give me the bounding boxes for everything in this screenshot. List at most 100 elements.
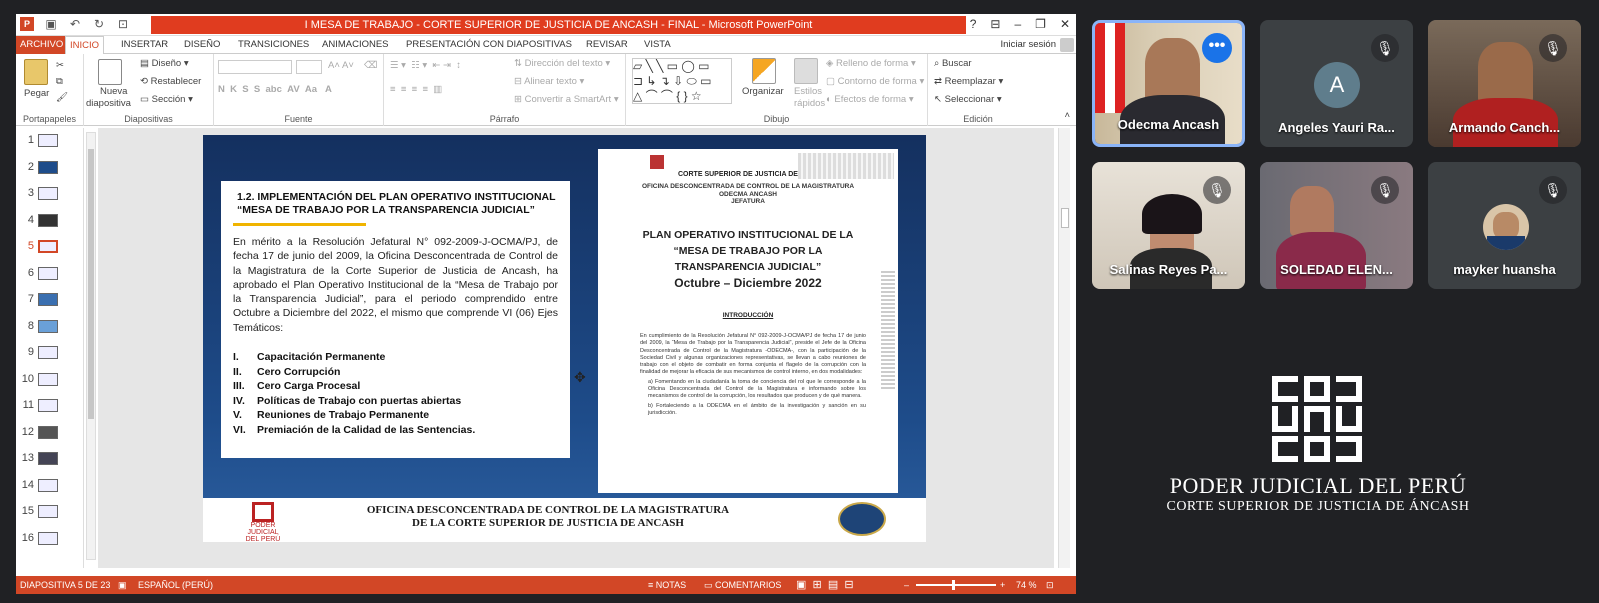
align-text-button[interactable]: ⊟ Alinear texto ▾ (514, 76, 584, 87)
current-slide[interactable]: 1.2. IMPLEMENTACIÓN DEL PLAN OPERATIVO I… (203, 135, 926, 542)
close-icon[interactable]: ✕ (1060, 17, 1070, 31)
font-name-select[interactable] (218, 60, 292, 74)
participant-tile[interactable]: 🎙 Salinas Reyes Pa... (1092, 162, 1245, 289)
shape-outline-button[interactable]: ▢ Contorno de forma ▾ (826, 76, 924, 87)
zoom-slider-thumb[interactable] (952, 580, 955, 590)
participant-tile[interactable]: 🎙 mayker huansha (1428, 162, 1581, 289)
tab-diseno[interactable]: DISEÑO (180, 36, 224, 54)
arrange-button[interactable]: Organizar (742, 86, 784, 97)
help-icon[interactable]: ? (970, 17, 977, 31)
slide-thumbnail[interactable]: 6 (16, 261, 76, 287)
slide-thumbnail[interactable]: 8 (16, 314, 76, 340)
view-buttons[interactable]: ▣ ⊞ ▤ ⊟ (796, 576, 854, 594)
slide-thumbnail[interactable]: 1 (16, 128, 76, 154)
tab-vista[interactable]: VISTA (640, 36, 675, 54)
slide-scrollbar[interactable] (1058, 128, 1070, 568)
select-button[interactable]: ↖ Seleccionar ▾ (934, 94, 1002, 105)
sign-in-link[interactable]: Iniciar sesión (1001, 36, 1056, 54)
slide-number: 14 (21, 478, 34, 491)
replace-button[interactable]: ⇄ Reemplazar ▾ (934, 76, 1003, 87)
logo-block (1336, 376, 1362, 402)
participant-tile[interactable]: 🎙 SOLEDAD ELEN... (1260, 162, 1413, 289)
participant-tile[interactable]: ••• Odecma Ancash (1092, 20, 1245, 147)
spellcheck-icon[interactable]: ▣ (118, 576, 127, 594)
participant-tile[interactable]: 🎙 Armando Canch... (1428, 20, 1581, 147)
new-slide-icon[interactable] (98, 59, 122, 85)
slide-text-box[interactable]: 1.2. IMPLEMENTACIÓN DEL PLAN OPERATIVO I… (221, 181, 570, 458)
tab-insertar[interactable]: INSERTAR (117, 36, 172, 54)
font-style-buttons[interactable]: N K S S abc AV Aa A (218, 84, 332, 95)
zoom-level[interactable]: 74 % (1016, 576, 1037, 594)
fit-slide-icon[interactable]: ⊡ (1046, 576, 1054, 594)
shape-fill-button[interactable]: ◈ Relleno de forma ▾ (826, 58, 916, 69)
scrollbar-thumb[interactable] (1061, 208, 1069, 228)
document-image[interactable]: CORTE SUPERIOR DE JUSTICIA DE OFICINA DE… (598, 149, 898, 493)
reset-button[interactable]: ⟲ Restablecer (140, 76, 201, 87)
quick-styles-line1[interactable]: Estilos (794, 86, 822, 97)
new-slide-button-line2[interactable]: diapositiva (86, 98, 131, 109)
slide-thumbnail[interactable]: 16 (16, 526, 76, 552)
tab-inicio[interactable]: INICIO (65, 36, 105, 55)
comments-button[interactable]: ▭ COMENTARIOS (704, 576, 781, 594)
document-body: En cumplimiento de la Resolución Jefatur… (640, 333, 866, 417)
save-icon[interactable]: ▣ (44, 17, 58, 31)
poder-judicial-logo-icon (1272, 376, 1364, 462)
more-options-icon[interactable]: ••• (1202, 33, 1232, 63)
participant-tile[interactable]: A 🎙 Angeles Yauri Ra... (1260, 20, 1413, 147)
shape-effects-button[interactable]: ◐ Efectos de forma ▾ (826, 94, 914, 105)
collapse-ribbon-icon[interactable]: ˄ (1064, 110, 1070, 121)
zoom-slider[interactable] (916, 580, 996, 590)
clear-format-icon[interactable]: ⌫ (364, 60, 377, 71)
section-button[interactable]: ▭ Sección ▾ (140, 94, 193, 105)
format-painter-icon[interactable]: 🖌 (56, 92, 68, 103)
slide-thumbnail[interactable]: 3 (16, 181, 76, 207)
quick-styles-icon[interactable] (794, 58, 818, 84)
slide-thumbnail[interactable]: 13 (16, 446, 76, 472)
paste-icon[interactable] (24, 59, 48, 85)
text-direction-button[interactable]: ⇅ Dirección del texto ▾ (514, 58, 610, 69)
tab-animaciones[interactable]: ANIMACIONES (318, 36, 393, 54)
layout-button[interactable]: ▤ Diseño ▾ (140, 58, 189, 69)
ribbon-display-icon[interactable]: ⊟ (990, 17, 1000, 31)
thumbnails-scrollbar[interactable] (86, 132, 96, 560)
new-slide-button-line1[interactable]: Nueva (100, 86, 127, 97)
arrange-icon[interactable] (752, 58, 776, 84)
minimize-icon[interactable]: – (1014, 17, 1021, 31)
tab-archivo[interactable]: ARCHIVO (16, 36, 68, 54)
slide-thumbnail[interactable]: 11 (16, 393, 76, 419)
account-avatar[interactable] (1060, 38, 1074, 52)
slide-thumbnail-selected[interactable]: 5 (16, 234, 76, 260)
slide-thumbnail[interactable]: 9 (16, 340, 76, 366)
slide-thumbnail[interactable]: 12 (16, 420, 76, 446)
zoom-in-button[interactable]: + (1000, 576, 1005, 594)
grow-font-icon[interactable]: A˄ A˅ (328, 60, 354, 71)
shapes-gallery[interactable]: ▱ ╲ ╲ ▭ ◯ ▭ ⊐ ↳ ↴ ⇩ ⬭ ▭ △ ⌒ ⌒ { } ☆ (632, 58, 732, 104)
notes-button[interactable]: ≡ NOTAS (648, 576, 686, 594)
quick-styles-line2[interactable]: rápidos (794, 98, 825, 109)
redo-icon[interactable]: ↻ (92, 17, 106, 31)
slide-thumbnail[interactable]: 10 (16, 367, 76, 393)
font-size-select[interactable] (296, 60, 322, 74)
slide-thumbnail[interactable]: 7 (16, 287, 76, 313)
zoom-out-button[interactable]: – (904, 576, 909, 594)
smartart-button[interactable]: ⊞ Convertir a SmartArt ▾ (514, 94, 619, 105)
copy-icon[interactable]: ⧉ (56, 76, 63, 87)
slide-thumbnail[interactable]: 15 (16, 499, 76, 525)
slide-thumbnail[interactable]: 4 (16, 208, 76, 234)
paste-button[interactable]: Pegar (24, 88, 49, 99)
find-button[interactable]: ⌕ Buscar (934, 58, 972, 69)
tab-presentacion[interactable]: PRESENTACIÓN CON DIAPOSITIVAS (402, 36, 576, 54)
tab-revisar[interactable]: REVISAR (582, 36, 632, 54)
scrollbar-thumb[interactable] (88, 149, 94, 419)
list-buttons[interactable]: ☰ ▾ ☷ ▾ ⇤ ⇥ ↕ (390, 60, 461, 71)
participant-avatar: A (1314, 62, 1360, 108)
language-indicator[interactable]: ESPAÑOL (PERÚ) (138, 576, 213, 594)
tab-transiciones[interactable]: TRANSICIONES (234, 36, 313, 54)
present-icon[interactable]: ⊡ (116, 17, 130, 31)
cut-icon[interactable]: ✂ (56, 60, 64, 71)
slide-thumbnail[interactable]: 14 (16, 473, 76, 499)
maximize-icon[interactable]: ❐ (1035, 17, 1046, 31)
align-buttons[interactable]: ≡ ≡ ≡ ≡ ▥ (390, 84, 442, 95)
slide-thumbnail[interactable]: 2 (16, 155, 76, 181)
undo-icon[interactable]: ↶ (68, 17, 82, 31)
